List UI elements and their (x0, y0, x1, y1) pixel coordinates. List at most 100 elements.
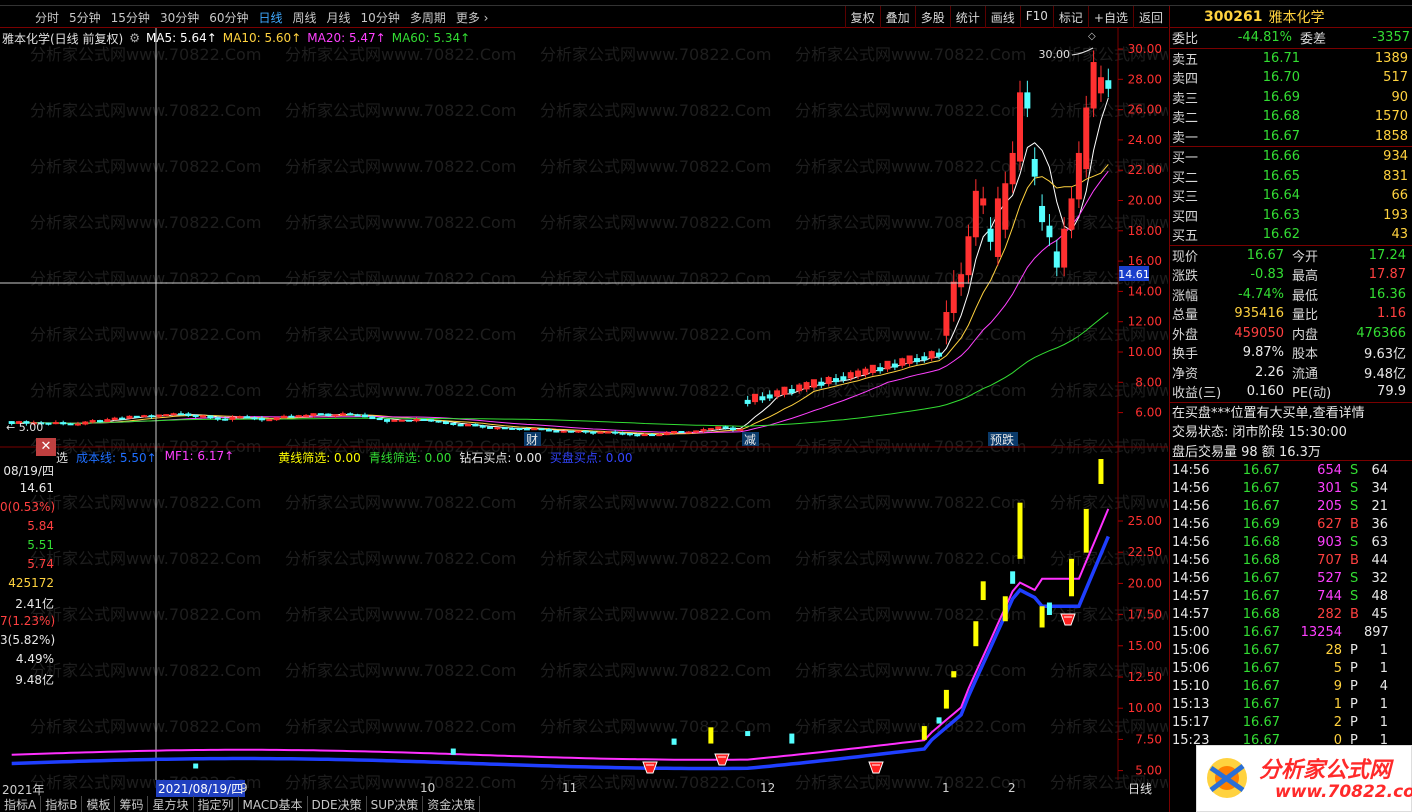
stat-value: 17.24 (1368, 247, 1406, 263)
candle-body (840, 376, 847, 381)
candle-body (420, 418, 427, 421)
candle-body (1017, 92, 1023, 162)
cyan-filter-bar (1010, 571, 1016, 584)
diamond-buy-signals (642, 613, 1076, 774)
quote-stat-row: 现价 16.67 今开 17.24 (1170, 246, 1412, 266)
candle-body (796, 384, 803, 392)
candle-body (200, 415, 207, 418)
tick-row: 14:56 16.67 301 S 34 (1170, 479, 1412, 497)
tick-row: 14:56 16.67 527 S 32 (1170, 569, 1412, 587)
watermark-text: 分析家公式网www.70822.Com (795, 661, 1026, 680)
big-order-notice[interactable]: 在买盘***位置有大买单,查看详情 (1170, 401, 1412, 421)
watermark-text: 分析家公式网www.70822.Com (540, 325, 771, 344)
watermark-text: 分析家公式网www.70822.Com (30, 493, 261, 512)
candle-body (943, 312, 950, 336)
candle-body (376, 418, 383, 421)
tick-volume: 28 (1325, 642, 1342, 658)
stat-value: 935416 (1234, 306, 1284, 322)
indicator-tab[interactable]: SUP决策 (367, 796, 424, 812)
tick-volume: 654 (1317, 462, 1342, 478)
month-label: 11 (562, 781, 578, 795)
indicator-tab[interactable]: MACD基本 (239, 796, 308, 812)
candle-body (612, 431, 619, 434)
quote-stat-row: 换手 9.87% 股本 9.63亿 (1170, 343, 1412, 363)
indicator-tab[interactable]: 指标A (0, 796, 42, 812)
cyan-filter-bar (745, 731, 751, 737)
tick-price: 16.67 (1242, 678, 1280, 694)
watermark-text: 分析家公式网www.70822.Com (540, 381, 771, 400)
ask-label: 卖五 (1172, 52, 1199, 68)
stat-value: 459050 (1234, 325, 1284, 341)
period-indicator[interactable]: 日线 (1128, 780, 1152, 797)
candle-body (369, 416, 376, 420)
tick-volume: 301 (1317, 480, 1342, 496)
tick-direction: B (1350, 552, 1359, 568)
candle-body (877, 367, 884, 372)
yellow-filter-bar (921, 726, 927, 740)
watermark-text: 分析家公式网www.70822.Com (285, 381, 516, 400)
time-axis: 2021年 2021/08/19/四 9 10 11 12 1 2 (0, 780, 1168, 797)
tick-row: 15:00 16.67 13254 897 (1170, 623, 1412, 641)
candle-body (288, 415, 295, 418)
candle-body (980, 198, 987, 206)
candle-body (582, 430, 589, 433)
tick-time: 15:10 (1172, 678, 1210, 694)
watermark-text: 分析家公式网www.70822.Com (30, 157, 261, 176)
tick-direction: B (1350, 606, 1359, 622)
order-diff-label: 委差 (1300, 32, 1327, 48)
watermark-text: 分析家公式网www.70822.Com (285, 605, 516, 624)
tick-price: 16.67 (1242, 588, 1280, 604)
data-window-value: 5.84 (27, 519, 54, 533)
indicator-tab[interactable]: 模板 (82, 796, 116, 812)
data-window-value: 14.61 (19, 481, 54, 495)
indicator-tab[interactable]: DDE决策 (308, 796, 367, 812)
candle-body (626, 433, 633, 436)
indicator-tab[interactable]: 星方块 (148, 796, 194, 812)
tick-count: 1 (1379, 714, 1388, 730)
indicator-tick-label: 10.00 (1128, 701, 1162, 715)
tick-price: 16.67 (1242, 714, 1280, 730)
candle-body (987, 228, 994, 242)
stat-label: 换手 (1172, 347, 1199, 363)
indicator-tab[interactable]: 筹码 (115, 796, 149, 812)
order-ratio-label: 委比 (1172, 32, 1199, 48)
candle-body (487, 426, 494, 429)
tick-direction: B (1350, 516, 1359, 532)
candle-body (1105, 80, 1112, 89)
price-chart-area[interactable]: 分析家公式网www.70822.Com 分析家公式网www.70822.Com 分析… (0, 0, 1168, 796)
ask-volume: 1570 (1374, 109, 1408, 125)
watermark-text: 分析家公式网www.70822.Com (540, 549, 771, 568)
indicator-tab[interactable]: 资金决策 (423, 796, 481, 812)
price-tick-label: 8.00 (1135, 375, 1162, 389)
indicator-tab[interactable]: 指标B (41, 796, 83, 812)
bid-label: 买二 (1172, 170, 1199, 186)
quote-stat-row: 外盘 459050 内盘 476366 (1170, 324, 1412, 344)
candle-body (398, 419, 405, 422)
candle-body (111, 417, 118, 421)
candle-body (494, 427, 501, 430)
watermark-text: 分析家公式网www.70822.Com (795, 45, 1026, 64)
bid-label: 买五 (1172, 229, 1199, 245)
candle-body (67, 423, 74, 426)
data-window-close-icon[interactable]: ✕ (36, 438, 56, 456)
candle-body (251, 417, 258, 420)
stat-value: 9.87% (1242, 345, 1284, 361)
tick-time: 15:06 (1172, 642, 1210, 658)
cyan-filter-bar (1046, 602, 1052, 615)
watermark-text: 分析家公式网www.70822.Com (540, 157, 771, 176)
indicator-tab[interactable]: 指定列 (194, 796, 239, 812)
stat-label: 总量 (1172, 308, 1199, 324)
bid-volume: 66 (1391, 188, 1408, 204)
ask-price: 16.71 (1262, 50, 1300, 66)
bid-price: 16.65 (1262, 168, 1300, 184)
quote-panel: 300261 雅本化学 委比 -44.81% 委差 -3357 卖五 16.71 1… (1169, 6, 1412, 812)
yellow-filter-bar (1098, 459, 1104, 484)
watermark-text: 分析家公式网www.70822.Com (30, 269, 261, 288)
stat-label: 量比 (1292, 308, 1319, 324)
cyan-filter-bar (936, 717, 942, 724)
tick-price: 16.68 (1242, 534, 1280, 550)
bid-row: 买一 16.66 934 (1170, 147, 1412, 167)
tick-time: 15:13 (1172, 696, 1210, 712)
tick-direction: P (1350, 642, 1358, 658)
candle-body (428, 419, 435, 422)
